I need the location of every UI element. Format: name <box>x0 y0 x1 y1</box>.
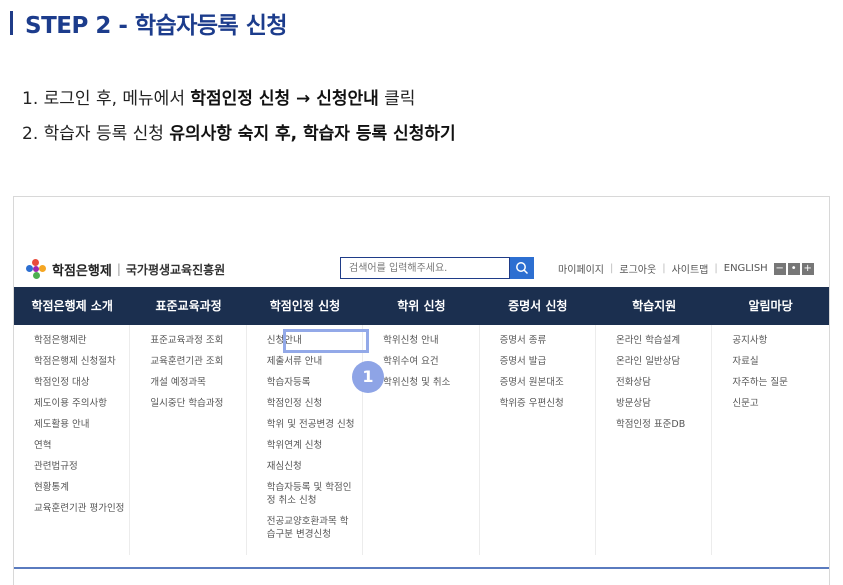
menu-item[interactable]: 학습자등록 및 학점인정 취소 신청 <box>267 481 357 507</box>
menu-item[interactable]: 학위연계 신청 <box>267 439 362 452</box>
menu-item[interactable]: 학습자등록 <box>267 376 362 389</box>
font-decrease-button[interactable]: − <box>773 262 786 275</box>
menu-item[interactable]: 신문고 <box>732 397 828 410</box>
english-link[interactable]: ENGLISH <box>724 263 768 274</box>
instruction-line-1: 1. 로그인 후, 메뉴에서 학점인정 신청 → 신청안내 클릭 <box>22 84 415 109</box>
nav-item-standard-curriculum[interactable]: 표준교육과정 <box>130 287 246 325</box>
menu-item[interactable]: 현황통계 <box>34 481 129 494</box>
menu-item[interactable]: 학위신청 안내 <box>383 334 478 347</box>
logo-name: 학점은행제 <box>52 263 112 279</box>
menu-item[interactable]: 학점인정 신청 <box>267 397 362 410</box>
menu-item[interactable]: 연혁 <box>34 439 129 452</box>
menu-item[interactable]: 전공교양호환과목 학습구분 변경신청 <box>267 515 357 541</box>
nav-item-notices[interactable]: 알림마당 <box>712 287 828 325</box>
menu-item[interactable]: 학위수여 요건 <box>383 355 478 368</box>
menu-item[interactable]: 온라인 일반상담 <box>616 355 711 368</box>
logo-flower-icon <box>26 259 46 279</box>
font-increase-button[interactable]: + <box>801 262 814 275</box>
instruction-1-bold: 학점인정 신청 → 신청안내 <box>190 89 379 109</box>
site-header: 학점은행제 | 국가평생교육진흥원 검색어를 입력해주세요. 마이페이지 | 로… <box>14 197 829 287</box>
menu-item[interactable]: 공지사항 <box>732 334 828 347</box>
instruction-2-bold: 유의사항 숙지 후, 학습자 등록 신청하기 <box>169 124 456 144</box>
menu-item[interactable]: 학위신청 및 취소 <box>383 376 478 389</box>
heading-accent-bar <box>10 11 13 35</box>
nav-item-credit-application[interactable]: 학점인정 신청 <box>247 287 363 325</box>
menu-item[interactable]: 증명서 원본대조 <box>500 376 595 389</box>
font-size-controls: − • + <box>773 262 814 275</box>
menu-item[interactable]: 온라인 학습설계 <box>616 334 711 347</box>
menu-item[interactable]: 학점은행제 신청절차 <box>34 355 129 368</box>
bottom-divider <box>14 567 829 569</box>
menu-item[interactable]: 관련법규정 <box>34 460 129 473</box>
menu-item[interactable]: 제도이용 주의사항 <box>34 397 129 410</box>
instruction-1-post: 클릭 <box>378 89 416 109</box>
menu-item[interactable]: 교육훈련기관 평가인정 <box>34 502 129 515</box>
highlight-box <box>283 329 369 353</box>
menu-item[interactable]: 자주하는 질문 <box>732 376 828 389</box>
search-input[interactable]: 검색어를 입력해주세요. <box>340 257 510 279</box>
menu-item[interactable]: 교육훈련기관 조회 <box>150 355 245 368</box>
menu-column-credit-application: 신청안내 제출서류 안내 학습자등록 학점인정 신청 학위 및 전공변경 신청 … <box>247 325 364 555</box>
utility-links: 마이페이지 | 로그아웃 | 사이트맵 | ENGLISH − • + <box>558 261 814 276</box>
website-screenshot: 학점은행제 | 국가평생교육진흥원 검색어를 입력해주세요. 마이페이지 | 로… <box>13 196 830 585</box>
nav-item-learning-support[interactable]: 학습지원 <box>596 287 712 325</box>
logo-org-name: 국가평생교육진흥원 <box>125 262 226 277</box>
menu-item[interactable]: 재심신청 <box>267 460 362 473</box>
menu-column-learning-support: 온라인 학습설계 온라인 일반상담 전화상담 방문상담 학점인정 표준DB <box>596 325 713 555</box>
menu-item[interactable]: 학점인정 대상 <box>34 376 129 389</box>
menu-item[interactable]: 개설 예정과목 <box>150 376 245 389</box>
sitemap-link[interactable]: 사이트맵 <box>672 261 709 276</box>
menu-item[interactable]: 표준교육과정 조회 <box>150 334 245 347</box>
menu-item[interactable]: 증명서 발급 <box>500 355 595 368</box>
menu-item[interactable]: 제도활용 안내 <box>34 418 129 431</box>
menu-column-curriculum: 표준교육과정 조회 교육훈련기관 조회 개설 예정과목 일시중단 학습과정 <box>130 325 247 555</box>
menu-item[interactable]: 자료실 <box>732 355 828 368</box>
menu-item[interactable]: 학점인정 표준DB <box>616 418 711 431</box>
menu-item[interactable]: 학위 및 전공변경 신청 <box>267 418 362 431</box>
mega-menu: 학점은행제란 학점은행제 신청절차 학점인정 대상 제도이용 주의사항 제도활용… <box>14 325 829 555</box>
main-nav: 학점은행제 소개 표준교육과정 학점인정 신청 학위 신청 증명서 신청 학습지… <box>14 287 829 325</box>
step-heading: STEP 2 - 학습자등록 신청 <box>10 6 288 40</box>
menu-column-certificate: 증명서 종류 증명서 발급 증명서 원본대조 학위증 우편신청 <box>480 325 596 555</box>
nav-item-intro[interactable]: 학점은행제 소개 <box>14 287 130 325</box>
menu-column-intro: 학점은행제란 학점은행제 신청절차 학점인정 대상 제도이용 주의사항 제도활용… <box>14 325 131 555</box>
step-title: STEP 2 - 학습자등록 신청 <box>25 13 288 39</box>
site-logo[interactable]: 학점은행제 | 국가평생교육진흥원 <box>26 259 225 279</box>
menu-item[interactable]: 학위증 우편신청 <box>500 397 595 410</box>
menu-item[interactable]: 전화상담 <box>616 376 711 389</box>
nav-item-degree-application[interactable]: 학위 신청 <box>363 287 479 325</box>
font-reset-button[interactable]: • <box>787 262 800 275</box>
nav-item-certificate[interactable]: 증명서 신청 <box>480 287 596 325</box>
search-icon <box>516 262 529 275</box>
menu-column-degree: 학위신청 안내 학위수여 요건 학위신청 및 취소 <box>363 325 480 555</box>
logo-separator: | <box>116 262 121 276</box>
instruction-line-2: 2. 학습자 등록 신청 유의사항 숙지 후, 학습자 등록 신청하기 <box>22 119 456 144</box>
instruction-1-pre: 1. 로그인 후, 메뉴에서 <box>22 89 191 109</box>
menu-item[interactable]: 증명서 종류 <box>500 334 595 347</box>
step-number-badge: 1 <box>352 361 384 393</box>
instruction-2-pre: 2. 학습자 등록 신청 <box>22 124 170 144</box>
menu-item[interactable]: 제출서류 안내 <box>267 355 362 368</box>
menu-column-notices: 공지사항 자료실 자주하는 질문 신문고 <box>712 325 828 555</box>
search-button[interactable] <box>510 257 534 279</box>
menu-item[interactable]: 학점은행제란 <box>34 334 129 347</box>
menu-item[interactable]: 일시중단 학습과정 <box>150 397 245 410</box>
mypage-link[interactable]: 마이페이지 <box>558 261 604 276</box>
menu-item[interactable]: 방문상담 <box>616 397 711 410</box>
logout-link[interactable]: 로그아웃 <box>619 261 656 276</box>
